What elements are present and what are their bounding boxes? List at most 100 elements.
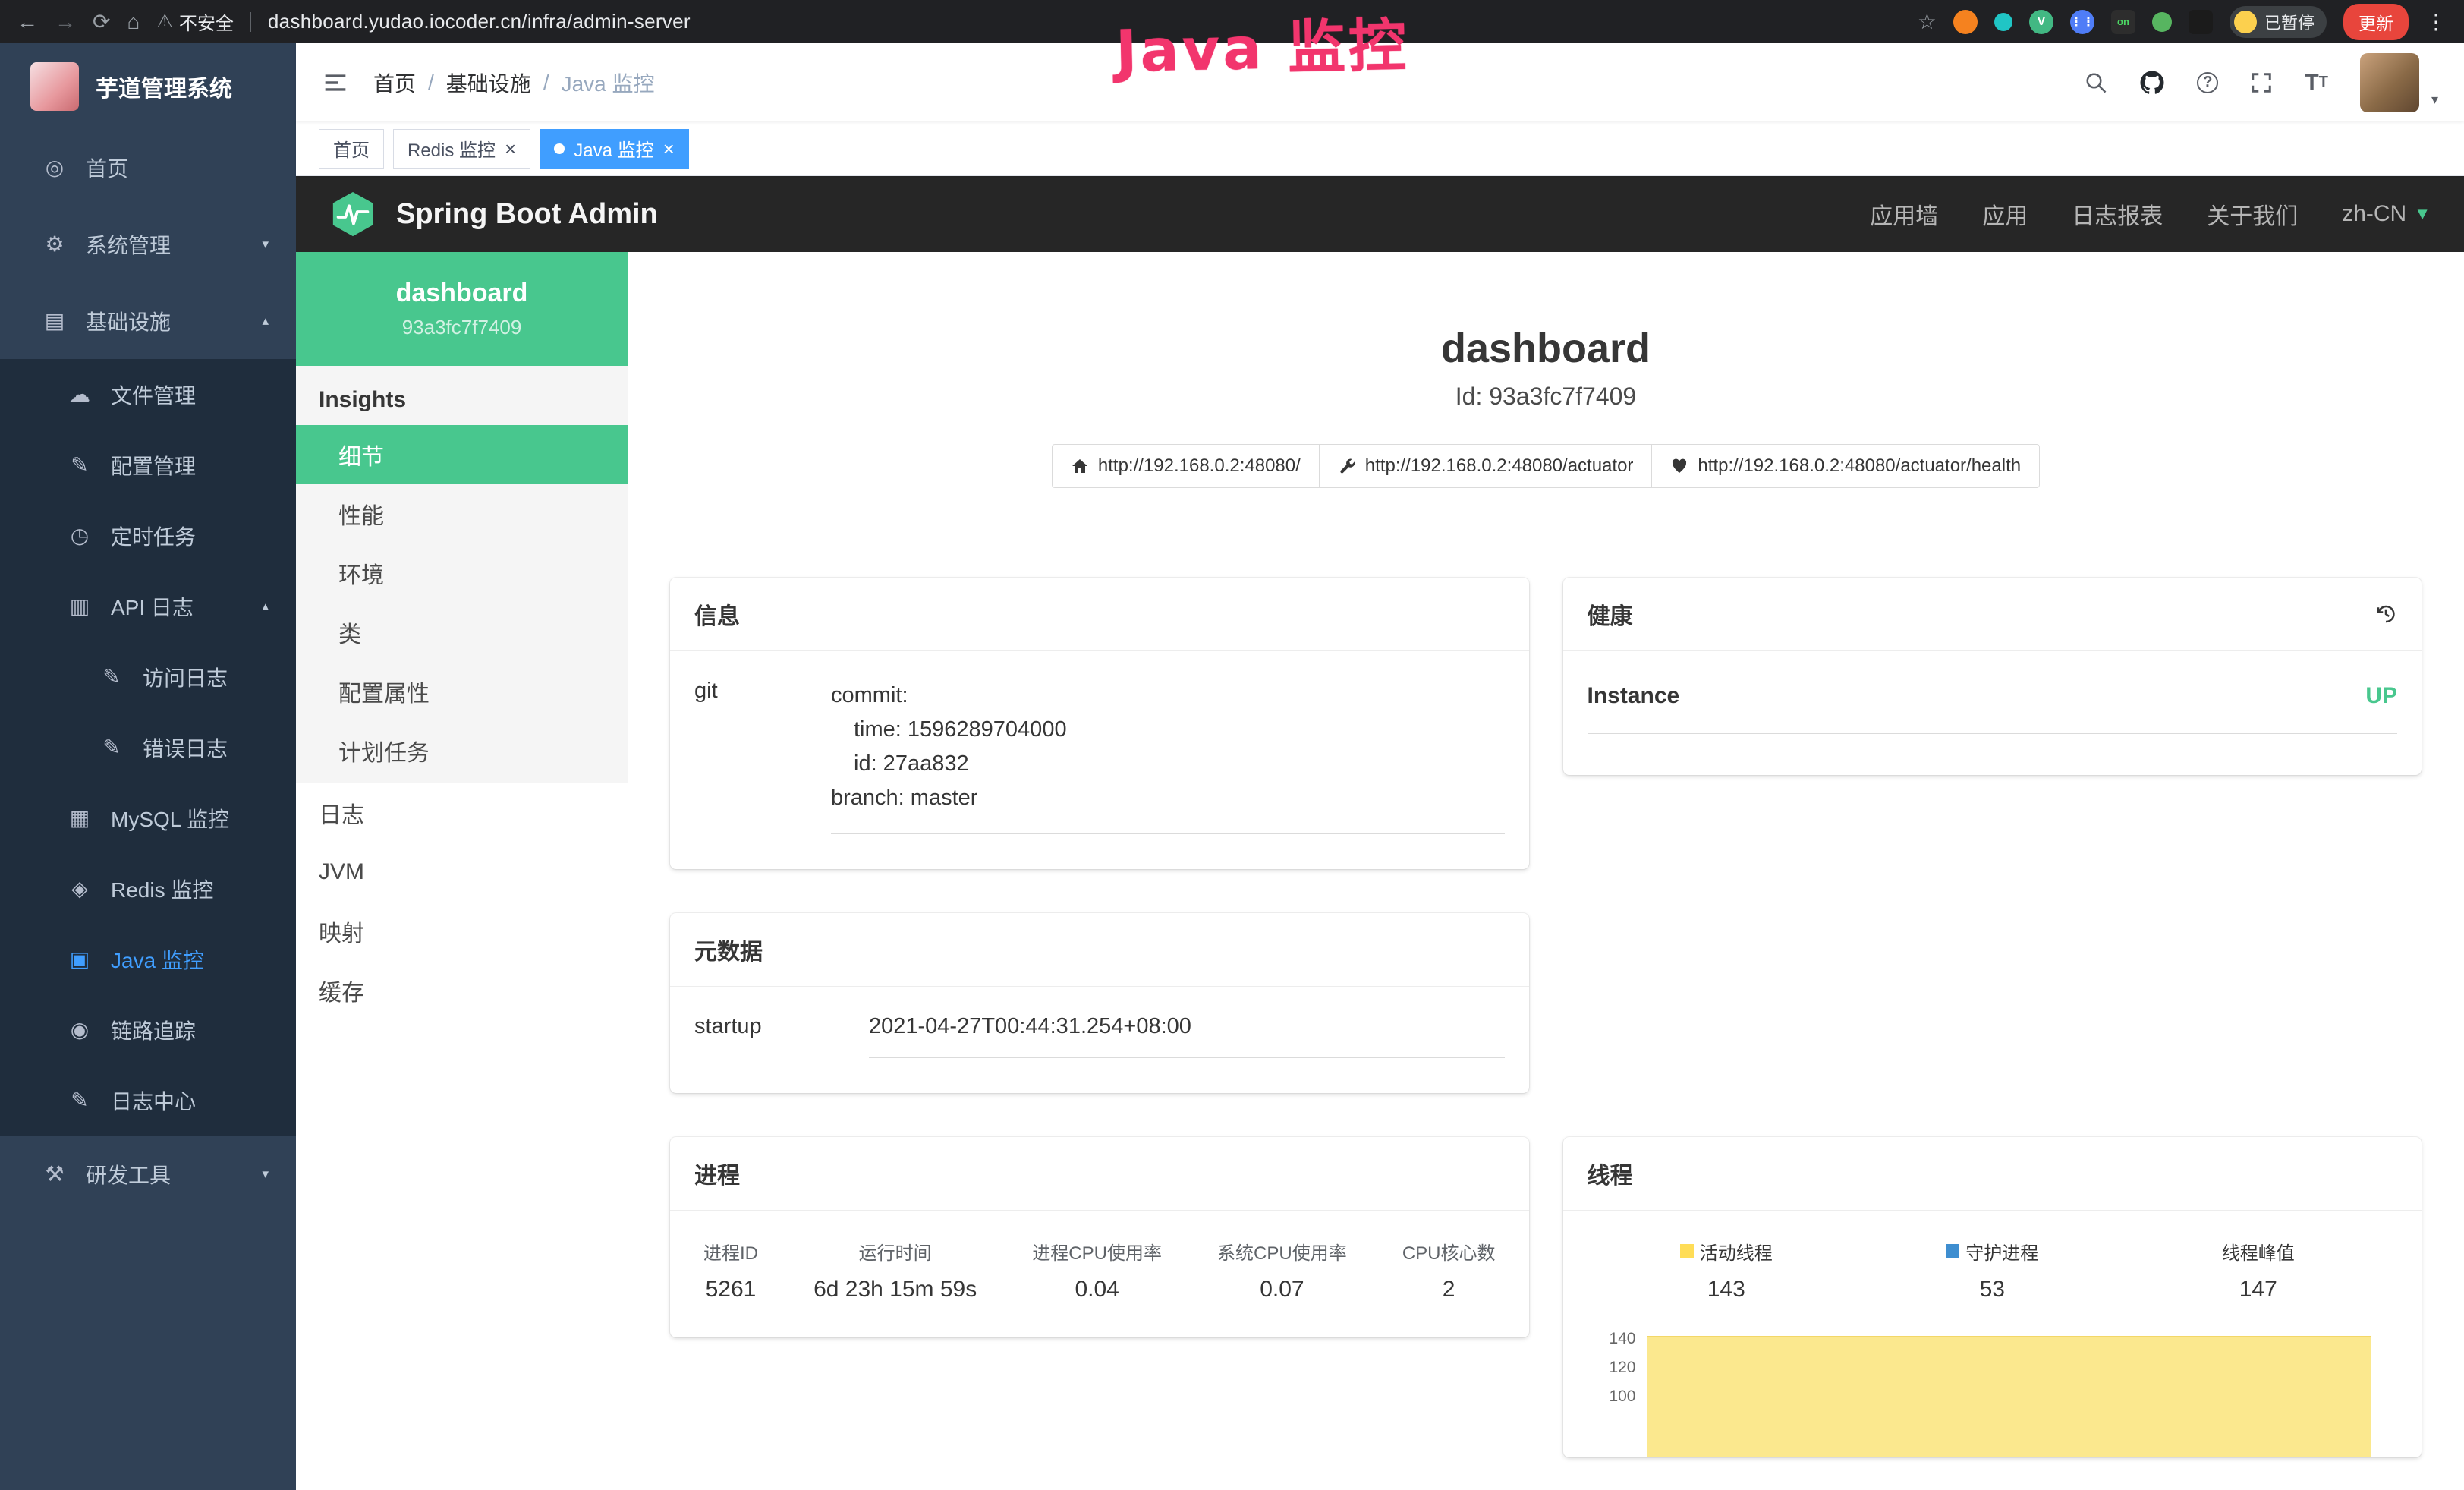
forward-icon[interactable]: → (55, 11, 76, 33)
sba-locale-select[interactable]: zh-CN ▼ (2342, 201, 2431, 227)
extension-icon-teal[interactable] (1994, 13, 2012, 31)
history-icon[interactable] (2374, 603, 2397, 625)
sidebar-item-log-center[interactable]: ✎ 日志中心 (0, 1065, 296, 1136)
sba-nav-about[interactable]: 关于我们 (2207, 197, 2298, 231)
profile-avatar-emoji (2234, 11, 2257, 33)
sidebar-item-access-log[interactable]: ✎ 访问日志 (0, 641, 296, 712)
metric-system-cpu: 系统CPU使用率 0.07 (1217, 1238, 1347, 1303)
sidebar-item-scheduled-job[interactable]: ◷ 定时任务 (0, 500, 296, 571)
home-icon[interactable]: ⌂ (127, 11, 140, 33)
sba-menu-metrics[interactable]: 性能 (296, 484, 628, 543)
address-bar[interactable]: dashboard.yudao.iocoder.cn/infra/admin-s… (268, 10, 691, 33)
sba-menu-logging[interactable]: 日志 (296, 783, 628, 843)
info-card: 信息 git commit: time: 1596289704000 id: 2… (670, 578, 1529, 869)
breadcrumb-section[interactable]: 基础设施 (446, 68, 531, 98)
top-navbar: 首页 / 基础设施 / Java 监控 ? TT ▾ (296, 43, 2464, 121)
close-icon[interactable]: × (505, 139, 516, 159)
fullscreen-icon[interactable] (2250, 71, 2273, 94)
threads-legend: 活动线程 143 守护进程 53 (1594, 1238, 2392, 1303)
sba-header: Spring Boot Admin 应用墙 应用 日志报表 关于我们 zh-CN… (296, 176, 2464, 252)
sidebar-item-config-manage[interactable]: ✎ 配置管理 (0, 430, 296, 500)
sba-nav-applications[interactable]: 应用 (1982, 197, 2028, 231)
sba-nav-wall[interactable]: 应用墙 (1870, 197, 1938, 231)
wrench-icon (1338, 457, 1356, 475)
health-url-button[interactable]: http://192.168.0.2:48080/actuator/health (1651, 444, 2040, 488)
sidebar-item-label: 基础设施 (86, 306, 171, 336)
back-icon[interactable]: ← (17, 11, 38, 33)
git-commit-line: commit: (831, 679, 1505, 713)
app-logo-row[interactable]: 芋道管理系统 (0, 43, 296, 129)
security-label: 不安全 (179, 8, 234, 35)
health-card-body: Instance UP (1563, 651, 2422, 775)
service-url-button[interactable]: http://192.168.0.2:48080/ (1052, 444, 1320, 488)
sidebar-item-label: 定时任务 (111, 521, 196, 551)
sba-menu-mappings[interactable]: 映射 (296, 902, 628, 961)
health-card: 健康 Instance UP (1563, 578, 2422, 775)
bookmark-star-icon[interactable]: ☆ (1918, 11, 1937, 33)
tab-home[interactable]: 首页 (319, 129, 384, 169)
metric-cpu-cores: CPU核心数 2 (1402, 1238, 1496, 1303)
sidebar-item-file-manage[interactable]: ☁ 文件管理 (0, 359, 296, 430)
health-row[interactable]: Instance UP (1588, 683, 2398, 734)
sidebar-item-infra[interactable]: ▤ 基础设施 ▴ (0, 282, 296, 359)
database-icon: ▦ (67, 805, 93, 830)
sba-menu-environment[interactable]: 环境 (296, 543, 628, 603)
sba-nav-journal[interactable]: 日志报表 (2072, 197, 2163, 231)
chrome-update-button[interactable]: 更新 (2343, 4, 2409, 40)
sidebar-item-mysql-monitor[interactable]: ▦ MySQL 监控 (0, 783, 296, 853)
tab-redis-monitor[interactable]: Redis 监控 × (393, 129, 530, 169)
actuator-url-button[interactable]: http://192.168.0.2:48080/actuator (1319, 444, 1653, 488)
sba-menu-details[interactable]: 细节 (296, 425, 628, 484)
sidebar-item-label: 研发工具 (86, 1159, 171, 1189)
browser-menu-icon[interactable]: ⋮ (2425, 9, 2447, 34)
vue-devtools-icon[interactable]: V (2029, 10, 2053, 34)
sba-menu-caches[interactable]: 缓存 (296, 961, 628, 1020)
health-instance-label: Instance (1588, 683, 1680, 709)
extension-icon-dark[interactable] (2189, 10, 2213, 34)
git-branch-line: branch: master (831, 781, 1505, 815)
sidebar-item-java-monitor[interactable]: ▣ Java 监控 (0, 924, 296, 994)
sba-menu-jvm[interactable]: JVM (296, 843, 628, 902)
help-icon[interactable]: ? (2197, 72, 2218, 93)
sidebar-item-label: MySQL 监控 (111, 803, 229, 833)
hamburger-icon[interactable] (322, 71, 349, 95)
user-avatar[interactable] (2360, 53, 2419, 112)
chevron-down-icon: ▾ (262, 237, 269, 252)
spring-boot-admin-logo[interactable] (329, 191, 376, 238)
sidebar-item-error-log[interactable]: ✎ 错误日志 (0, 712, 296, 783)
sidebar-item-tracing[interactable]: ◉ 链路追踪 (0, 994, 296, 1065)
reload-icon[interactable]: ⟳ (93, 11, 110, 33)
extension-icon-green[interactable] (2152, 12, 2172, 32)
threads-chart-area-fill (1647, 1336, 2372, 1457)
cards-grid: 信息 git commit: time: 1596289704000 id: 2… (670, 578, 2422, 1457)
sidebar-item-redis-monitor[interactable]: ◈ Redis 监控 (0, 853, 296, 924)
breadcrumb-home[interactable]: 首页 (373, 68, 416, 98)
chevron-down-icon: ▼ (2414, 204, 2431, 224)
link-label: http://192.168.0.2:48080/actuator (1365, 455, 1634, 477)
extension-icon-blue[interactable]: ⋮⋮ (2070, 10, 2094, 34)
sidebar-item-home[interactable]: ◎ 首页 (0, 129, 296, 206)
sba-menu-classes[interactable]: 类 (296, 603, 628, 662)
info-card-title: 信息 (670, 578, 1529, 651)
extension-icon-orange[interactable] (1953, 10, 1978, 34)
profile-paused-badge[interactable]: 已暂停 (2230, 6, 2327, 38)
sidebar-item-api-log[interactable]: ▥ API 日志 ▴ (0, 571, 296, 641)
sidebar-item-dev-tools[interactable]: ⚒ 研发工具 ▾ (0, 1136, 296, 1212)
search-icon[interactable] (2085, 71, 2107, 94)
edit-icon: ✎ (67, 452, 93, 477)
switch-on-extension-icon[interactable]: on (2111, 10, 2135, 34)
security-indicator[interactable]: ⚠ 不安全 (156, 8, 234, 35)
avatar-caret-icon[interactable]: ▾ (2431, 92, 2438, 108)
metadata-key: startup (694, 1014, 869, 1058)
close-icon[interactable]: × (663, 139, 675, 159)
tab-label: Redis 监控 (408, 135, 496, 162)
github-icon[interactable] (2139, 70, 2165, 96)
tab-java-monitor[interactable]: Java 监控 × (540, 129, 689, 169)
cloud-icon: ☁ (67, 382, 93, 407)
sba-brand-title[interactable]: Spring Boot Admin (396, 198, 658, 231)
font-size-icon[interactable]: TT (2305, 70, 2328, 96)
sba-menu-scheduled-tasks[interactable]: 计划任务 (296, 721, 628, 780)
info-value: commit: time: 1596289704000 id: 27aa832 … (831, 679, 1505, 834)
sidebar-item-system[interactable]: ⚙ 系统管理 ▾ (0, 206, 296, 282)
sba-menu-config-props[interactable]: 配置属性 (296, 662, 628, 721)
